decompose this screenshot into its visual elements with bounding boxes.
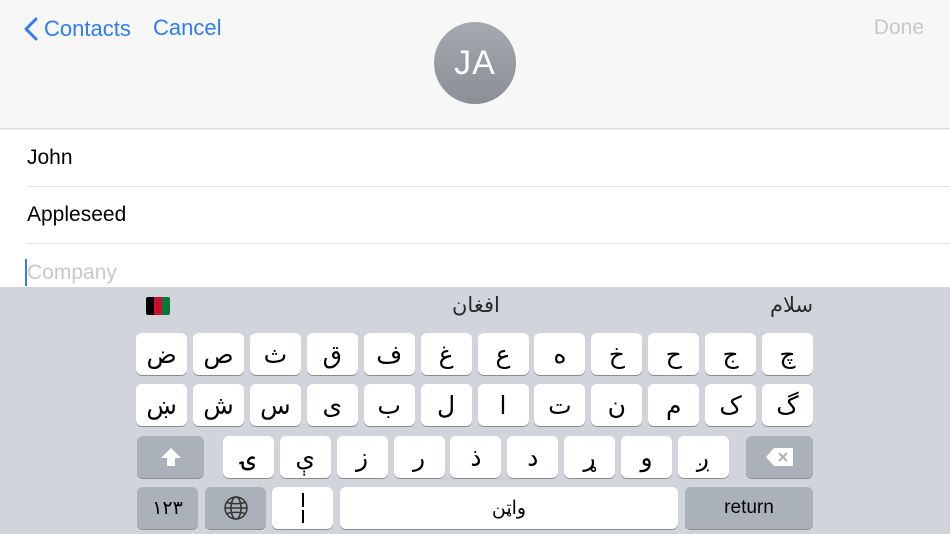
- numbers-key[interactable]: ۱۲۳: [137, 487, 198, 529]
- avatar[interactable]: JA: [434, 22, 516, 104]
- letter-key[interactable]: ق: [306, 333, 358, 375]
- letter-key[interactable]: ت: [534, 384, 586, 426]
- shift-icon: [160, 448, 181, 466]
- keyboard: افغان سلام چجحخهعغفقثصض گکمنتالبیسشښ ږوړ…: [0, 287, 950, 534]
- shift-key[interactable]: [137, 436, 204, 478]
- suggestion-1[interactable]: افغان: [452, 293, 500, 317]
- zwnj-icon: [301, 493, 304, 523]
- company-field[interactable]: Company: [25, 244, 950, 287]
- letter-key[interactable]: د: [507, 436, 559, 478]
- letter-key[interactable]: ا: [477, 384, 529, 426]
- delete-key[interactable]: [746, 436, 813, 478]
- contact-form: John Appleseed Company: [0, 130, 950, 287]
- cancel-button[interactable]: Cancel: [153, 15, 221, 41]
- header: Contacts Cancel JA Done: [0, 0, 950, 129]
- letter-key[interactable]: م: [648, 384, 700, 426]
- letter-key[interactable]: ړ: [564, 436, 616, 478]
- letter-key[interactable]: ښ: [136, 384, 188, 426]
- afghanistan-flag-icon[interactable]: [146, 297, 170, 315]
- done-button[interactable]: Done: [874, 16, 924, 40]
- back-button[interactable]: Contacts: [24, 14, 131, 44]
- letter-key[interactable]: چ: [762, 333, 813, 375]
- letter-key[interactable]: و: [621, 436, 673, 478]
- suggestion-bar: افغان سلام: [0, 287, 950, 327]
- return-key[interactable]: return: [685, 487, 813, 529]
- avatar-initials: JA: [454, 43, 496, 82]
- first-name-field[interactable]: John: [27, 130, 950, 187]
- letter-key[interactable]: ص: [193, 333, 244, 375]
- letter-key[interactable]: ف: [363, 333, 415, 375]
- zwnj-key[interactable]: [272, 487, 333, 529]
- text-cursor: [25, 259, 27, 286]
- letter-key[interactable]: ک: [705, 384, 757, 426]
- letter-key[interactable]: ض: [136, 333, 188, 375]
- suggestion-2[interactable]: سلام: [770, 293, 813, 317]
- contact-edit-screen: Contacts Cancel JA Done John Appleseed C…: [0, 0, 950, 534]
- space-key[interactable]: واټن: [340, 487, 678, 529]
- backspace-icon: [765, 448, 793, 466]
- letter-key[interactable]: ح: [648, 333, 700, 375]
- company-placeholder: Company: [27, 261, 117, 284]
- letter-key[interactable]: ج: [705, 333, 757, 375]
- letter-key[interactable]: ل: [420, 384, 472, 426]
- globe-icon: [223, 496, 248, 520]
- letter-key[interactable]: ذ: [450, 436, 502, 478]
- letter-key[interactable]: ږ: [678, 436, 729, 478]
- letter-key[interactable]: ی: [306, 384, 358, 426]
- letter-key[interactable]: گ: [762, 384, 813, 426]
- chevron-left-icon: [24, 17, 38, 41]
- letter-key[interactable]: ث: [249, 333, 301, 375]
- letter-key[interactable]: ش: [193, 384, 244, 426]
- letter-key[interactable]: ۍ: [222, 436, 274, 478]
- letter-key[interactable]: ې: [279, 436, 331, 478]
- letter-key[interactable]: ع: [477, 333, 529, 375]
- letter-key[interactable]: ر: [393, 436, 445, 478]
- letter-key[interactable]: ز: [336, 436, 388, 478]
- letter-key[interactable]: ن: [591, 384, 643, 426]
- globe-key[interactable]: [205, 487, 266, 529]
- letter-key[interactable]: س: [249, 384, 301, 426]
- back-label: Contacts: [44, 16, 131, 41]
- letter-key[interactable]: خ: [591, 333, 643, 375]
- letter-key[interactable]: ه: [534, 333, 586, 375]
- letter-key[interactable]: ب: [363, 384, 415, 426]
- letter-key[interactable]: غ: [420, 333, 472, 375]
- last-name-field[interactable]: Appleseed: [27, 187, 950, 244]
